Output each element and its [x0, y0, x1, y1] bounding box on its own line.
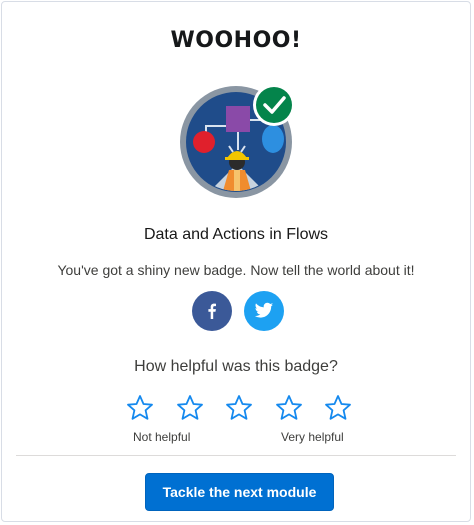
- share-twitter-button[interactable]: [244, 291, 284, 331]
- star-1-icon[interactable]: [126, 394, 154, 422]
- modal-title: WOOHOO!: [170, 28, 302, 53]
- badge-subtitle: You've got a shiny new badge. Now tell t…: [57, 262, 415, 278]
- star-4-icon[interactable]: [275, 394, 303, 422]
- footer-divider: [16, 455, 456, 456]
- badge-name: Data and Actions in Flows: [143, 226, 329, 243]
- facebook-icon: [208, 303, 216, 319]
- star-3-icon[interactable]: [225, 394, 253, 422]
- rating-question: How helpful was this badge?: [134, 358, 338, 375]
- twitter-icon: [254, 302, 274, 318]
- rating-low-label: Not helpful: [133, 430, 191, 444]
- star-rating: [126, 394, 354, 422]
- badge-image: [180, 84, 295, 198]
- rating-high-label: Very helpful: [281, 430, 344, 444]
- share-facebook-button[interactable]: [192, 291, 232, 331]
- badge-earned-modal: WOOHOO! Data and Actions in Flows You've…: [1, 1, 471, 522]
- star-5-icon[interactable]: [324, 394, 352, 422]
- star-2-icon[interactable]: [176, 394, 204, 422]
- next-module-button[interactable]: Tackle the next module: [145, 473, 334, 511]
